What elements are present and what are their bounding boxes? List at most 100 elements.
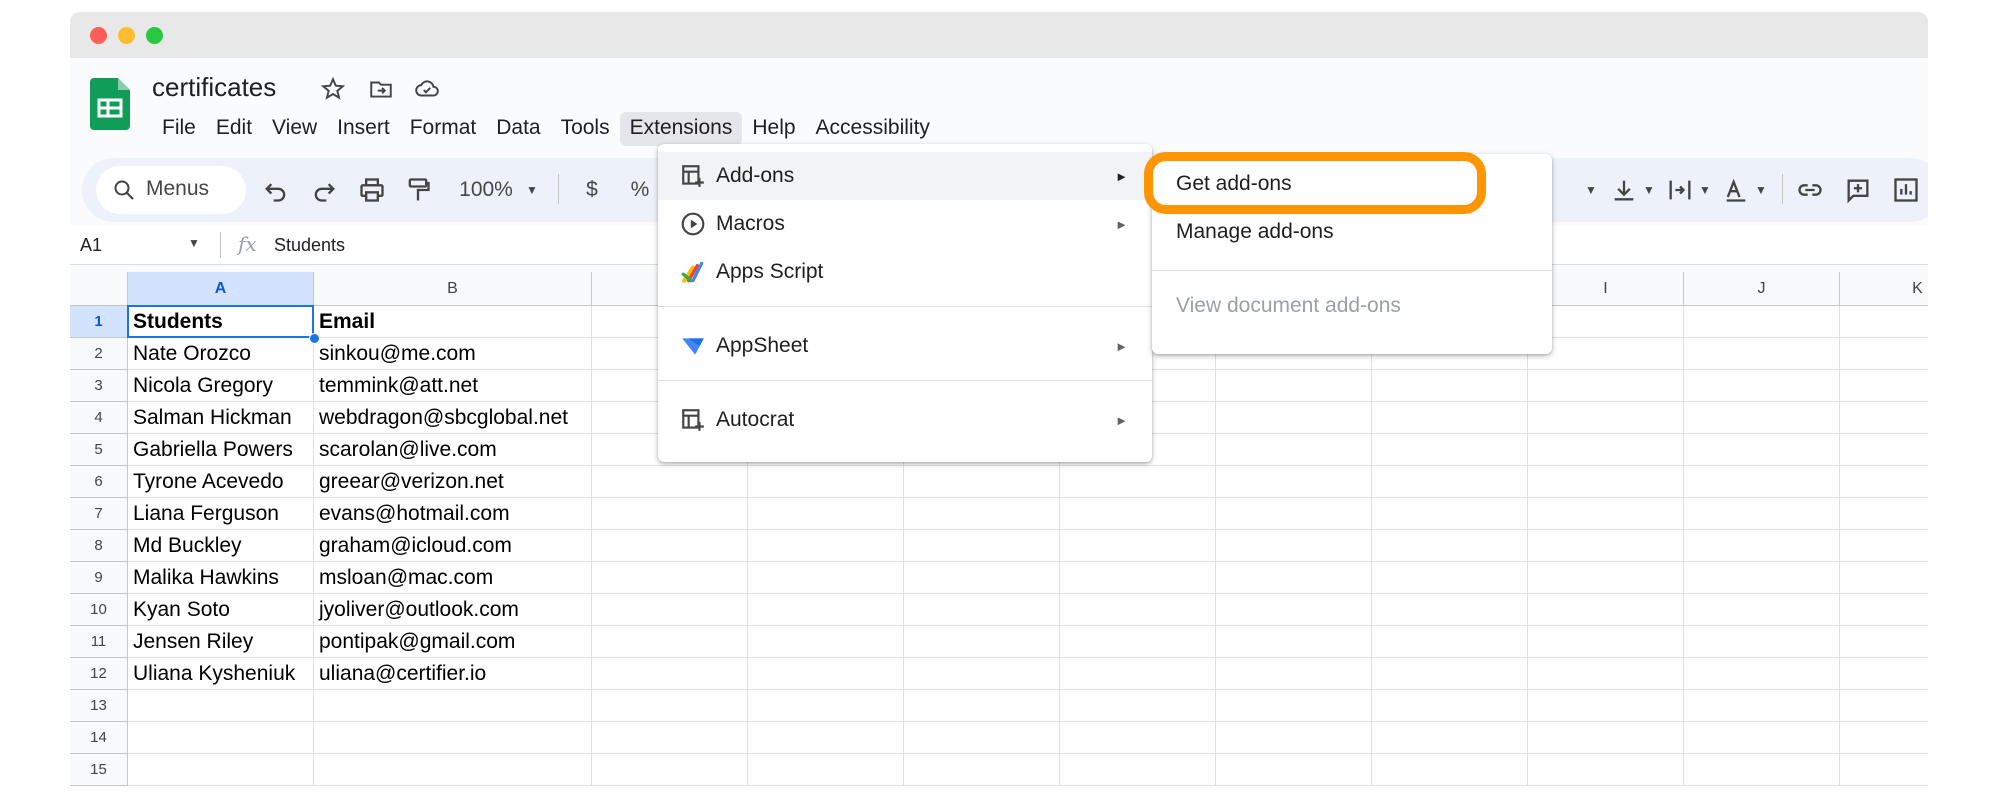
table-cell[interactable] <box>1840 466 1928 498</box>
minimize-window-button[interactable] <box>118 27 135 44</box>
table-cell[interactable] <box>1216 562 1372 594</box>
text-wrap-icon[interactable] <box>1666 174 1694 206</box>
row-header[interactable]: 8 <box>70 530 128 562</box>
menu-item-appsheet[interactable]: AppSheet ► <box>658 322 1152 370</box>
table-cell[interactable] <box>1060 626 1216 658</box>
sheets-logo-icon[interactable] <box>90 78 130 130</box>
table-cell[interactable] <box>1528 466 1684 498</box>
table-cell[interactable]: temmink@att.net <box>314 370 592 402</box>
close-window-button[interactable] <box>90 27 107 44</box>
table-cell[interactable] <box>314 690 592 722</box>
select-all-corner[interactable] <box>70 272 128 306</box>
table-cell[interactable] <box>1840 434 1928 466</box>
table-cell[interactable] <box>904 626 1060 658</box>
table-cell[interactable] <box>1372 754 1528 786</box>
menu-item-add-ons[interactable]: Add-ons ► <box>658 152 1152 200</box>
row-header[interactable]: 4 <box>70 402 128 434</box>
table-cell[interactable]: Nate Orozco <box>128 338 314 370</box>
table-cell[interactable] <box>1528 658 1684 690</box>
cloud-saved-icon[interactable] <box>414 76 440 102</box>
text-wrap-dropdown-icon[interactable]: ▼ <box>1696 174 1714 206</box>
column-header-b[interactable]: B <box>314 272 592 306</box>
menu-extensions[interactable]: Extensions <box>619 112 743 146</box>
table-cell[interactable] <box>1528 626 1684 658</box>
table-cell[interactable]: jyoliver@outlook.com <box>314 594 592 626</box>
table-cell[interactable] <box>1840 658 1928 690</box>
table-cell[interactable] <box>1684 626 1840 658</box>
table-cell[interactable] <box>904 658 1060 690</box>
table-cell[interactable]: Malika Hawkins <box>128 562 314 594</box>
row-header[interactable]: 11 <box>70 626 128 658</box>
table-cell[interactable] <box>904 690 1060 722</box>
row-header[interactable]: 15 <box>70 754 128 786</box>
table-cell[interactable] <box>1684 338 1840 370</box>
menu-data[interactable]: Data <box>486 112 550 146</box>
table-cell[interactable] <box>592 626 748 658</box>
table-cell[interactable] <box>748 498 904 530</box>
table-cell[interactable] <box>1060 466 1216 498</box>
menu-tools[interactable]: Tools <box>551 112 620 146</box>
table-cell[interactable] <box>1684 306 1840 338</box>
table-cell[interactable]: pontipak@gmail.com <box>314 626 592 658</box>
table-cell[interactable]: graham@icloud.com <box>314 530 592 562</box>
table-cell[interactable] <box>1684 434 1840 466</box>
zoom-select[interactable]: 100% <box>456 174 516 206</box>
table-cell[interactable] <box>748 658 904 690</box>
table-cell[interactable] <box>1684 722 1840 754</box>
table-cell[interactable] <box>748 530 904 562</box>
row-header[interactable]: 6 <box>70 466 128 498</box>
table-cell[interactable] <box>748 626 904 658</box>
maximize-window-button[interactable] <box>146 27 163 44</box>
table-cell[interactable] <box>1840 306 1928 338</box>
table-cell[interactable] <box>1216 466 1372 498</box>
table-cell[interactable] <box>1060 530 1216 562</box>
table-cell[interactable] <box>1216 402 1372 434</box>
row-header[interactable]: 12 <box>70 658 128 690</box>
table-cell[interactable]: Gabriella Powers <box>128 434 314 466</box>
table-cell[interactable] <box>1840 338 1928 370</box>
menu-item-manage-add-ons[interactable]: Manage add-ons <box>1152 208 1552 256</box>
table-cell[interactable] <box>1528 690 1684 722</box>
currency-format-button[interactable]: $ <box>582 174 602 206</box>
zoom-dropdown-icon[interactable]: ▼ <box>522 174 542 206</box>
table-cell[interactable] <box>1840 722 1928 754</box>
table-cell[interactable] <box>1216 722 1372 754</box>
insert-chart-icon[interactable] <box>1892 174 1920 206</box>
table-cell[interactable] <box>1216 658 1372 690</box>
table-cell[interactable] <box>904 498 1060 530</box>
text-rotation-icon[interactable] <box>1722 174 1750 206</box>
table-cell[interactable] <box>1216 754 1372 786</box>
row-header[interactable]: 9 <box>70 562 128 594</box>
table-cell[interactable] <box>1684 498 1840 530</box>
table-cell[interactable] <box>1216 626 1372 658</box>
table-cell[interactable] <box>904 722 1060 754</box>
table-cell[interactable] <box>748 466 904 498</box>
table-cell[interactable] <box>1372 530 1528 562</box>
table-cell[interactable] <box>1528 754 1684 786</box>
table-cell[interactable] <box>1372 434 1528 466</box>
table-cell[interactable]: sinkou@me.com <box>314 338 592 370</box>
menu-accessibility[interactable]: Accessibility <box>806 112 940 146</box>
table-cell[interactable] <box>1528 722 1684 754</box>
table-cell[interactable] <box>592 498 748 530</box>
table-cell[interactable]: Tyrone Acevedo <box>128 466 314 498</box>
table-cell[interactable] <box>1840 690 1928 722</box>
table-cell[interactable] <box>1528 370 1684 402</box>
table-cell[interactable] <box>1216 594 1372 626</box>
menu-file[interactable]: File <box>152 112 206 146</box>
table-cell[interactable] <box>1216 434 1372 466</box>
table-cell[interactable] <box>1840 626 1928 658</box>
table-cell[interactable]: Liana Ferguson <box>128 498 314 530</box>
table-cell[interactable] <box>1216 530 1372 562</box>
table-cell[interactable] <box>1372 498 1528 530</box>
table-cell[interactable] <box>748 722 904 754</box>
table-cell[interactable] <box>592 466 748 498</box>
menu-edit[interactable]: Edit <box>206 112 262 146</box>
table-cell[interactable] <box>1528 434 1684 466</box>
vertical-align-dropdown-icon[interactable]: ▼ <box>1640 174 1658 206</box>
undo-icon[interactable] <box>262 174 290 206</box>
table-cell[interactable] <box>1060 658 1216 690</box>
table-cell[interactable] <box>1684 658 1840 690</box>
table-cell[interactable] <box>1684 754 1840 786</box>
menu-view[interactable]: View <box>262 112 327 146</box>
